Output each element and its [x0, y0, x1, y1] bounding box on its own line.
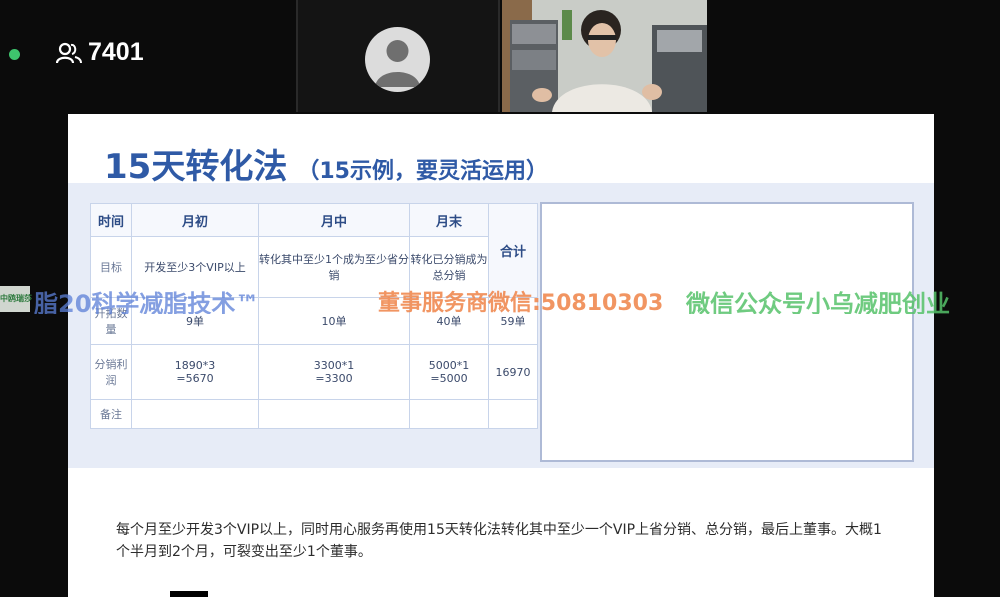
watermark-text-account: 微信公众号小乌减肥创业	[686, 290, 950, 314]
table-header-cell: 时间	[90, 203, 132, 237]
slide-note: 每个月至少开发3个VIP以上，同时用心服务再使用15天转化法转化其中至少一个VI…	[116, 522, 882, 560]
plan-table: 时间 月初 月中 月末 合计 目标 开发至少3个VIP以上 转化其中至少1个成为…	[90, 203, 538, 429]
participant-count: 7401	[88, 38, 144, 66]
connection-status-dot	[9, 49, 20, 60]
table-row: 备注	[90, 399, 538, 429]
slide-title-sub: （15示例，要灵活运用）	[297, 159, 548, 184]
blank-panel	[540, 202, 914, 462]
participants-icon[interactable]	[56, 42, 82, 64]
slide-title: 15天转化法 （15示例，要灵活运用）	[104, 139, 548, 188]
table-header-row: 时间 月初 月中 月末 合计	[90, 203, 538, 298]
slide-title-main: 15天转化法	[104, 147, 288, 187]
table-cell: 5000*1 =5000	[409, 344, 489, 400]
row-label: 备注	[90, 399, 132, 429]
meeting-top-bar: 7401	[0, 0, 1000, 112]
table-cell	[409, 399, 489, 429]
bottom-toolbar-fragment	[170, 591, 208, 597]
table-header-cell: 月初	[131, 203, 259, 237]
presenter-video-tile[interactable]	[502, 0, 707, 112]
watermark-logo: 中鸥瑞莎	[0, 286, 32, 312]
watermark-banner: 中鸥瑞莎 脂20科学减脂技术™ 董事服务商微信:50810303 微信公众号小乌…	[0, 284, 1000, 314]
table-row: 分销利润 1890*3 =5670 3300*1 =3300 5000*1 =5…	[90, 344, 538, 400]
table-cell	[131, 399, 259, 429]
table-header-cell: 月末	[409, 203, 489, 237]
presenter-video	[502, 0, 707, 112]
table-cell: 1890*3 =5670	[131, 344, 259, 400]
watermark-text-contact: 董事服务商微信:50810303	[378, 291, 664, 314]
person-icon	[365, 27, 430, 92]
table-cell: 3300*1 =3300	[258, 344, 410, 400]
watermark-text-brand: 脂20科学减脂技术™	[34, 290, 260, 314]
row-label: 分销利润	[90, 344, 132, 400]
table-cell-total	[488, 399, 538, 429]
shared-slide: 15天转化法 （15示例，要灵活运用） 时间 月初 月中 月末 合计 目标 开发至…	[68, 114, 934, 597]
table-header-cell: 月中	[258, 203, 410, 237]
participant-tile-avatar[interactable]	[296, 0, 500, 112]
table-cell-total: 16970	[488, 344, 538, 400]
table-cell	[258, 399, 410, 429]
